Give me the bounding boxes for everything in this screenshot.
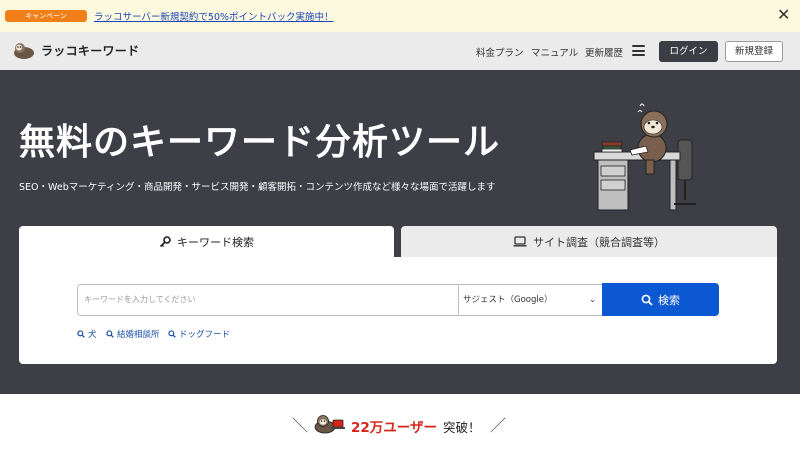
search-icon <box>106 330 114 338</box>
tab-site-research-label: サイト調査（競合調査等） <box>533 235 665 249</box>
campaign-link[interactable]: ラッコサーバー新規契約で50%ポイントバック実施中！ <box>94 9 334 23</box>
search-mode-select[interactable]: サジェスト（Google） ⌄ <box>458 284 603 316</box>
logo-text: ラッコキーワード <box>41 43 140 58</box>
suggest-label: 犬 <box>88 330 97 340</box>
nav-manual[interactable]: マニュアル <box>531 45 578 59</box>
users-suffix: 突破！ <box>443 420 481 435</box>
users-banner: ＼ 22万ユーザー 突破！ ／ <box>0 394 800 450</box>
decorative-slash: ＼ <box>292 416 309 435</box>
search-button[interactable]: 検索 <box>602 283 719 316</box>
search-button-label: 検索 <box>658 293 680 307</box>
search-panel: キーワードを入力してください サジェスト（Google） ⌄ 検索 犬 結婚相談… <box>19 257 777 364</box>
search-mode-value: サジェスト（Google） <box>463 295 553 305</box>
search-icon <box>168 330 176 338</box>
otter-desk-illustration <box>593 103 696 211</box>
tab-site-research[interactable]: サイト調査（競合調査等） <box>401 226 777 257</box>
key-icon <box>159 235 171 248</box>
suggest-link[interactable]: 犬 <box>77 328 97 340</box>
suggest-link[interactable]: ドッグフード <box>168 328 230 340</box>
hero-section: 無料のキーワード分析ツール SEO・Webマーケティング・商品開発・サービス開発… <box>0 70 800 394</box>
otter-laptop-icon <box>314 415 345 434</box>
close-icon[interactable]: ✕ <box>777 7 790 23</box>
campaign-bar: キャンペーン ラッコサーバー新規契約で50%ポイントバック実施中！ ✕ <box>0 0 800 32</box>
keyword-search-input[interactable]: キーワードを入力してください <box>77 284 458 316</box>
nav-changelog[interactable]: 更新履歴 <box>585 45 623 59</box>
users-count: 22万ユーザー <box>351 420 438 436</box>
hero-subtitle: SEO・Webマーケティング・商品開発・サービス開発・顧客開拓・コンテンツ作成な… <box>19 182 496 193</box>
hero-title: 無料のキーワード分析ツール <box>19 122 501 163</box>
campaign-badge: キャンペーン <box>5 10 87 22</box>
otter-logo-icon <box>14 43 34 59</box>
tab-keyword-search-label: キーワード検索 <box>177 235 254 249</box>
search-icon <box>77 330 85 338</box>
login-button[interactable]: ログイン <box>659 41 718 62</box>
suggest-link[interactable]: 結婚相談所 <box>106 328 160 340</box>
nav-pricing[interactable]: 料金プラン <box>476 45 524 59</box>
site-logo[interactable]: ラッコキーワード <box>12 41 139 59</box>
laptop-icon <box>513 236 527 247</box>
decorative-slash: ／ <box>490 416 507 435</box>
tab-keyword-search[interactable]: キーワード検索 <box>19 226 394 257</box>
suggest-label: ドッグフード <box>179 330 231 340</box>
suggest-label: 結婚相談所 <box>117 330 160 340</box>
site-header: ラッコキーワード 料金プラン マニュアル 更新履歴 ログイン 新規登録 <box>0 32 800 70</box>
signup-button[interactable]: 新規登録 <box>725 41 783 62</box>
search-icon <box>641 294 653 306</box>
chevron-down-icon: ⌄ <box>589 295 596 304</box>
hamburger-icon[interactable] <box>632 45 645 56</box>
